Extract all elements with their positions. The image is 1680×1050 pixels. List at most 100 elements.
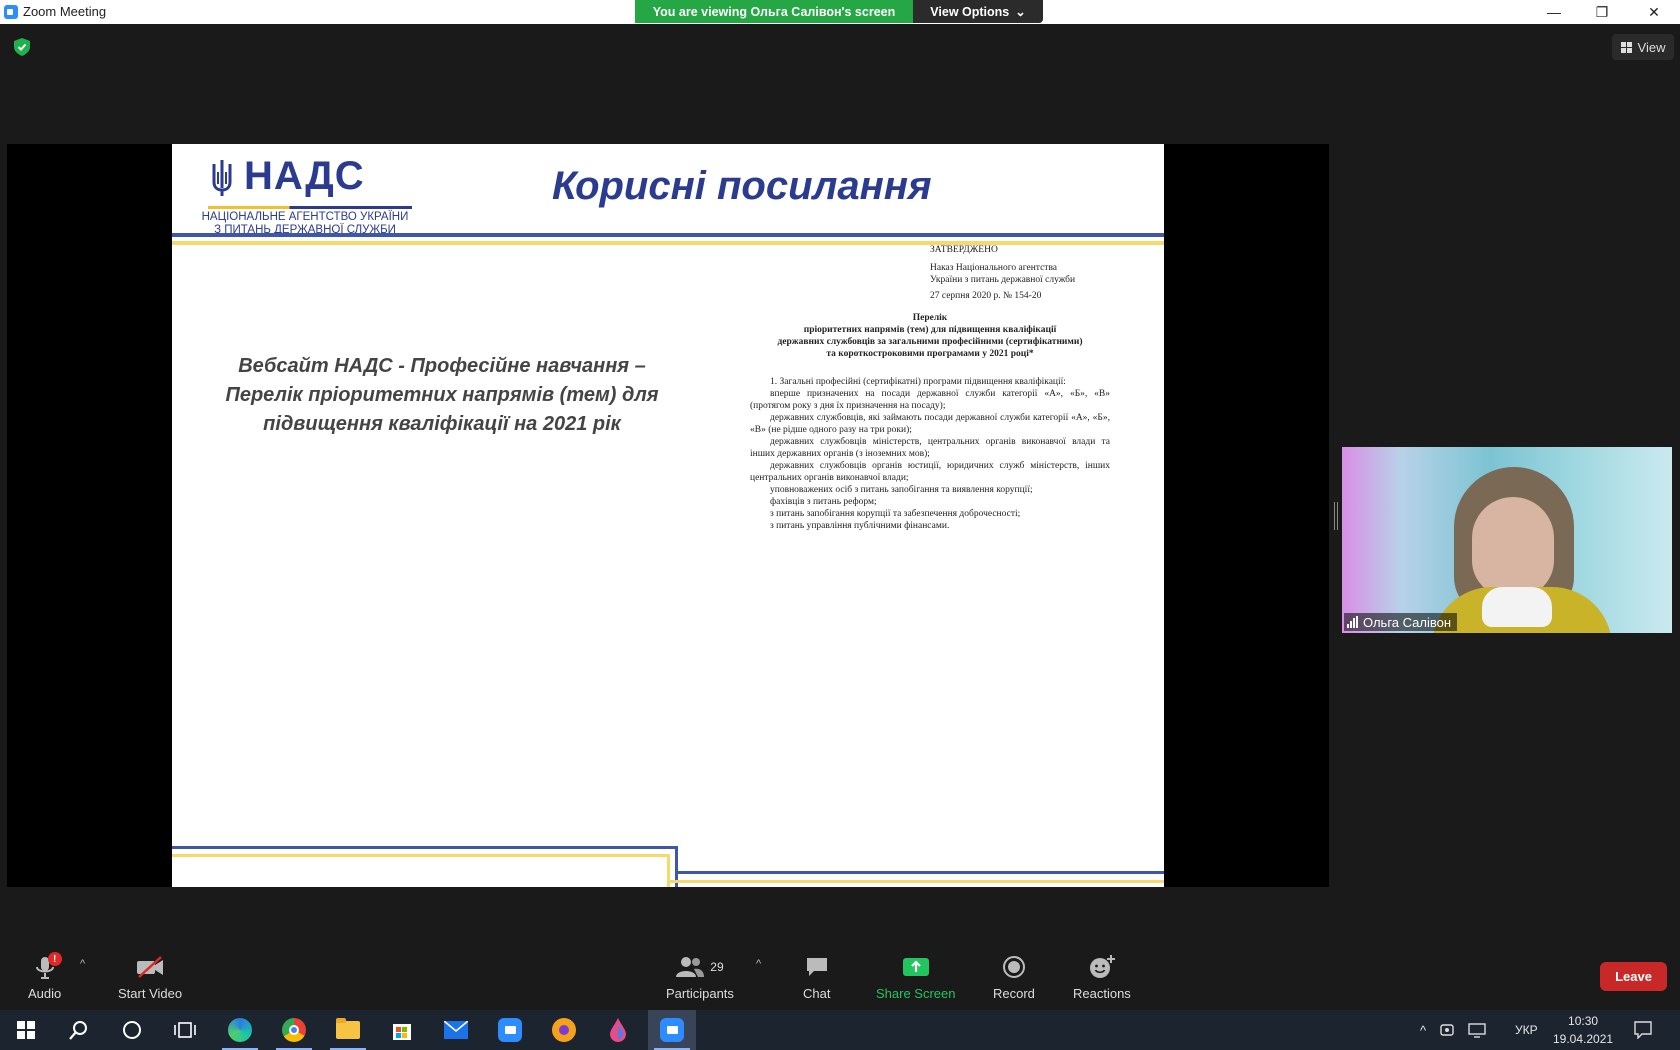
logo-underline bbox=[208, 206, 412, 209]
shared-screen: НАДС НАЦІОНАЛЬНЕ АГЕНТСТВО УКРАЇНИ З ПИТ… bbox=[7, 144, 1329, 887]
grid-icon bbox=[1620, 41, 1632, 53]
document-heading: Перелік пріоритетних напрямів (тем) для … bbox=[750, 312, 1110, 360]
heading-line-3: державних службовців за загальними профе… bbox=[777, 337, 1083, 347]
participants-label: Participants bbox=[666, 986, 734, 1001]
body-line-1: Вебсайт НАДС - Професійне навчання – bbox=[238, 355, 646, 377]
clock[interactable]: 10:30 19.04.2021 bbox=[1553, 1010, 1613, 1050]
document-item: державних службовців органів юстиції, юр… bbox=[750, 461, 1110, 483]
document-item: з питань запобігання корупції та забезпе… bbox=[770, 509, 1021, 519]
search-icon[interactable] bbox=[55, 1010, 103, 1050]
zoom-app-icon bbox=[4, 5, 18, 19]
slide-title: Корисні посилання bbox=[552, 164, 932, 208]
close-button[interactable]: ✕ bbox=[1630, 0, 1678, 24]
leave-meeting-button[interactable]: Leave bbox=[1600, 962, 1667, 991]
cortana-icon[interactable] bbox=[108, 1010, 156, 1050]
document-item: 1. Загальні професійні (сертифікатні) пр… bbox=[770, 377, 1066, 387]
chat-label: Chat bbox=[803, 986, 831, 1001]
start-video-label: Start Video bbox=[118, 986, 183, 1001]
windows-start-icon[interactable] bbox=[2, 1010, 50, 1050]
audio-options-caret-icon[interactable]: ^ bbox=[80, 958, 85, 970]
paint-icon[interactable] bbox=[594, 1010, 642, 1050]
participant-scarf bbox=[1482, 587, 1552, 627]
participants-icon bbox=[676, 957, 705, 977]
order-date: 27 серпня 2020 р. № 154-20 bbox=[930, 291, 1042, 301]
header-band-blue bbox=[172, 233, 1164, 237]
reactions-icon bbox=[1089, 955, 1115, 978]
meeting-toolbar: ! Audio ^ Start Video 29 Participants ^ bbox=[0, 940, 1680, 1010]
audio-warning-badge: ! bbox=[47, 952, 62, 966]
encryption-shield-icon[interactable] bbox=[14, 38, 30, 56]
heading-line-1: Перелік bbox=[912, 313, 948, 323]
document-item: з питань управління публічними фінансами… bbox=[770, 521, 950, 531]
webcam-icon[interactable] bbox=[1440, 1022, 1454, 1038]
task-view-icon[interactable] bbox=[161, 1010, 209, 1050]
zoom-active-icon[interactable] bbox=[648, 1010, 696, 1050]
file-explorer-icon[interactable] bbox=[324, 1010, 372, 1050]
notifications-icon[interactable] bbox=[1634, 1010, 1652, 1050]
restore-button[interactable]: ❐ bbox=[1578, 0, 1626, 24]
heading-line-2: пріоритетних напрямів (тем) для підвищен… bbox=[803, 325, 1057, 335]
zoom-icon[interactable] bbox=[486, 1010, 534, 1050]
participant-face bbox=[1472, 497, 1554, 597]
vpn-icon[interactable] bbox=[540, 1010, 588, 1050]
approved-label: ЗАТВЕРДЖЕНО bbox=[930, 245, 998, 255]
presentation-slide: НАДС НАЦІОНАЛЬНЕ АГЕНТСТВО УКРАЇНИ З ПИТ… bbox=[172, 144, 1164, 887]
footer-line-blue-lower bbox=[675, 871, 1164, 874]
participant-name-tag: Ольга Салівон bbox=[1344, 613, 1458, 631]
show-hidden-icons-icon[interactable]: ^ bbox=[1420, 1023, 1426, 1038]
participants-button[interactable]: 29 Participants bbox=[666, 952, 734, 1001]
share-screen-button[interactable]: Share Screen bbox=[876, 952, 956, 1001]
clock-date: 19.04.2021 bbox=[1553, 1032, 1614, 1046]
chat-button[interactable]: Chat bbox=[803, 952, 830, 1001]
logo-text: НАДС bbox=[244, 154, 365, 198]
participants-options-caret-icon[interactable]: ^ bbox=[756, 958, 761, 970]
start-video-button[interactable]: Start Video bbox=[118, 952, 182, 1001]
share-screen-icon bbox=[902, 958, 929, 976]
approval-block: ЗАТВЕРДЖЕНО Наказ Національного агентств… bbox=[930, 244, 1130, 306]
viewing-screen-banner: You are viewing Ольга Салівон's screen bbox=[635, 0, 913, 23]
order-line-1: Наказ Національного агентства bbox=[930, 263, 1058, 273]
window-title: Zoom Meeting bbox=[23, 4, 107, 19]
video-off-icon bbox=[137, 956, 164, 978]
audio-label: Audio bbox=[28, 986, 62, 1001]
footer-line-yellow-lower bbox=[667, 880, 1164, 883]
trident-icon bbox=[212, 160, 232, 196]
clock-time: 10:30 bbox=[1568, 1014, 1599, 1028]
mail-icon[interactable] bbox=[432, 1010, 480, 1050]
panel-splitter-handle[interactable] bbox=[1334, 502, 1338, 530]
footer-line-yellow bbox=[172, 854, 670, 857]
record-button[interactable]: Record bbox=[993, 952, 1035, 1001]
body-line-3: підвищення кваліфікації на 2021 рік bbox=[263, 413, 621, 435]
language-indicator[interactable]: УКР bbox=[1515, 1010, 1538, 1050]
reactions-label: Reactions bbox=[1073, 986, 1131, 1001]
slide-body-text: Вебсайт НАДС - Професійне навчання – Пер… bbox=[212, 352, 672, 439]
document-item: державних службовців, які займають посад… bbox=[750, 413, 1110, 435]
window-titlebar: Zoom Meeting You are viewing Ольга Салів… bbox=[0, 0, 1680, 24]
participant-video-tile[interactable]: Ольга Салівон bbox=[1342, 447, 1672, 633]
audio-button[interactable]: ! Audio bbox=[28, 952, 62, 1001]
store-icon[interactable] bbox=[378, 1010, 426, 1050]
chrome-icon[interactable] bbox=[270, 1010, 318, 1050]
view-label: View bbox=[1637, 39, 1666, 55]
record-label: Record bbox=[993, 986, 1035, 1001]
chevron-down-icon: ⌄ bbox=[1015, 5, 1026, 19]
body-line-2: Перелік пріоритетних напрямів (тем) для bbox=[225, 384, 659, 406]
document-item: фахівців з питань реформ; bbox=[770, 497, 877, 507]
view-options-label: View Options bbox=[930, 4, 1010, 19]
edge-icon[interactable] bbox=[216, 1010, 264, 1050]
nads-logo: НАДС НАЦІОНАЛЬНЕ АГЕНТСТВО УКРАЇНИ З ПИТ… bbox=[190, 154, 412, 236]
document-item: уповноважених осіб з питань запобігання … bbox=[770, 485, 1033, 495]
participant-name: Ольга Салівон bbox=[1363, 614, 1452, 630]
chat-icon bbox=[806, 958, 827, 976]
document-item: вперше призначених на посади державної с… bbox=[750, 389, 1110, 411]
participants-count: 29 bbox=[710, 960, 724, 974]
signal-strength-icon bbox=[1347, 616, 1358, 628]
view-layout-button[interactable]: View bbox=[1612, 34, 1674, 60]
footer-line-blue bbox=[172, 846, 678, 849]
windows-taskbar: ^ УКР 10:30 19.04.2021 bbox=[0, 1010, 1680, 1050]
network-icon[interactable] bbox=[1468, 1022, 1486, 1038]
reactions-button[interactable]: Reactions bbox=[1073, 952, 1131, 1001]
minimize-button[interactable]: — bbox=[1530, 0, 1578, 24]
view-options-button[interactable]: View Options ⌄ bbox=[913, 0, 1043, 23]
order-line-2: України з питань державної служби bbox=[930, 275, 1076, 285]
